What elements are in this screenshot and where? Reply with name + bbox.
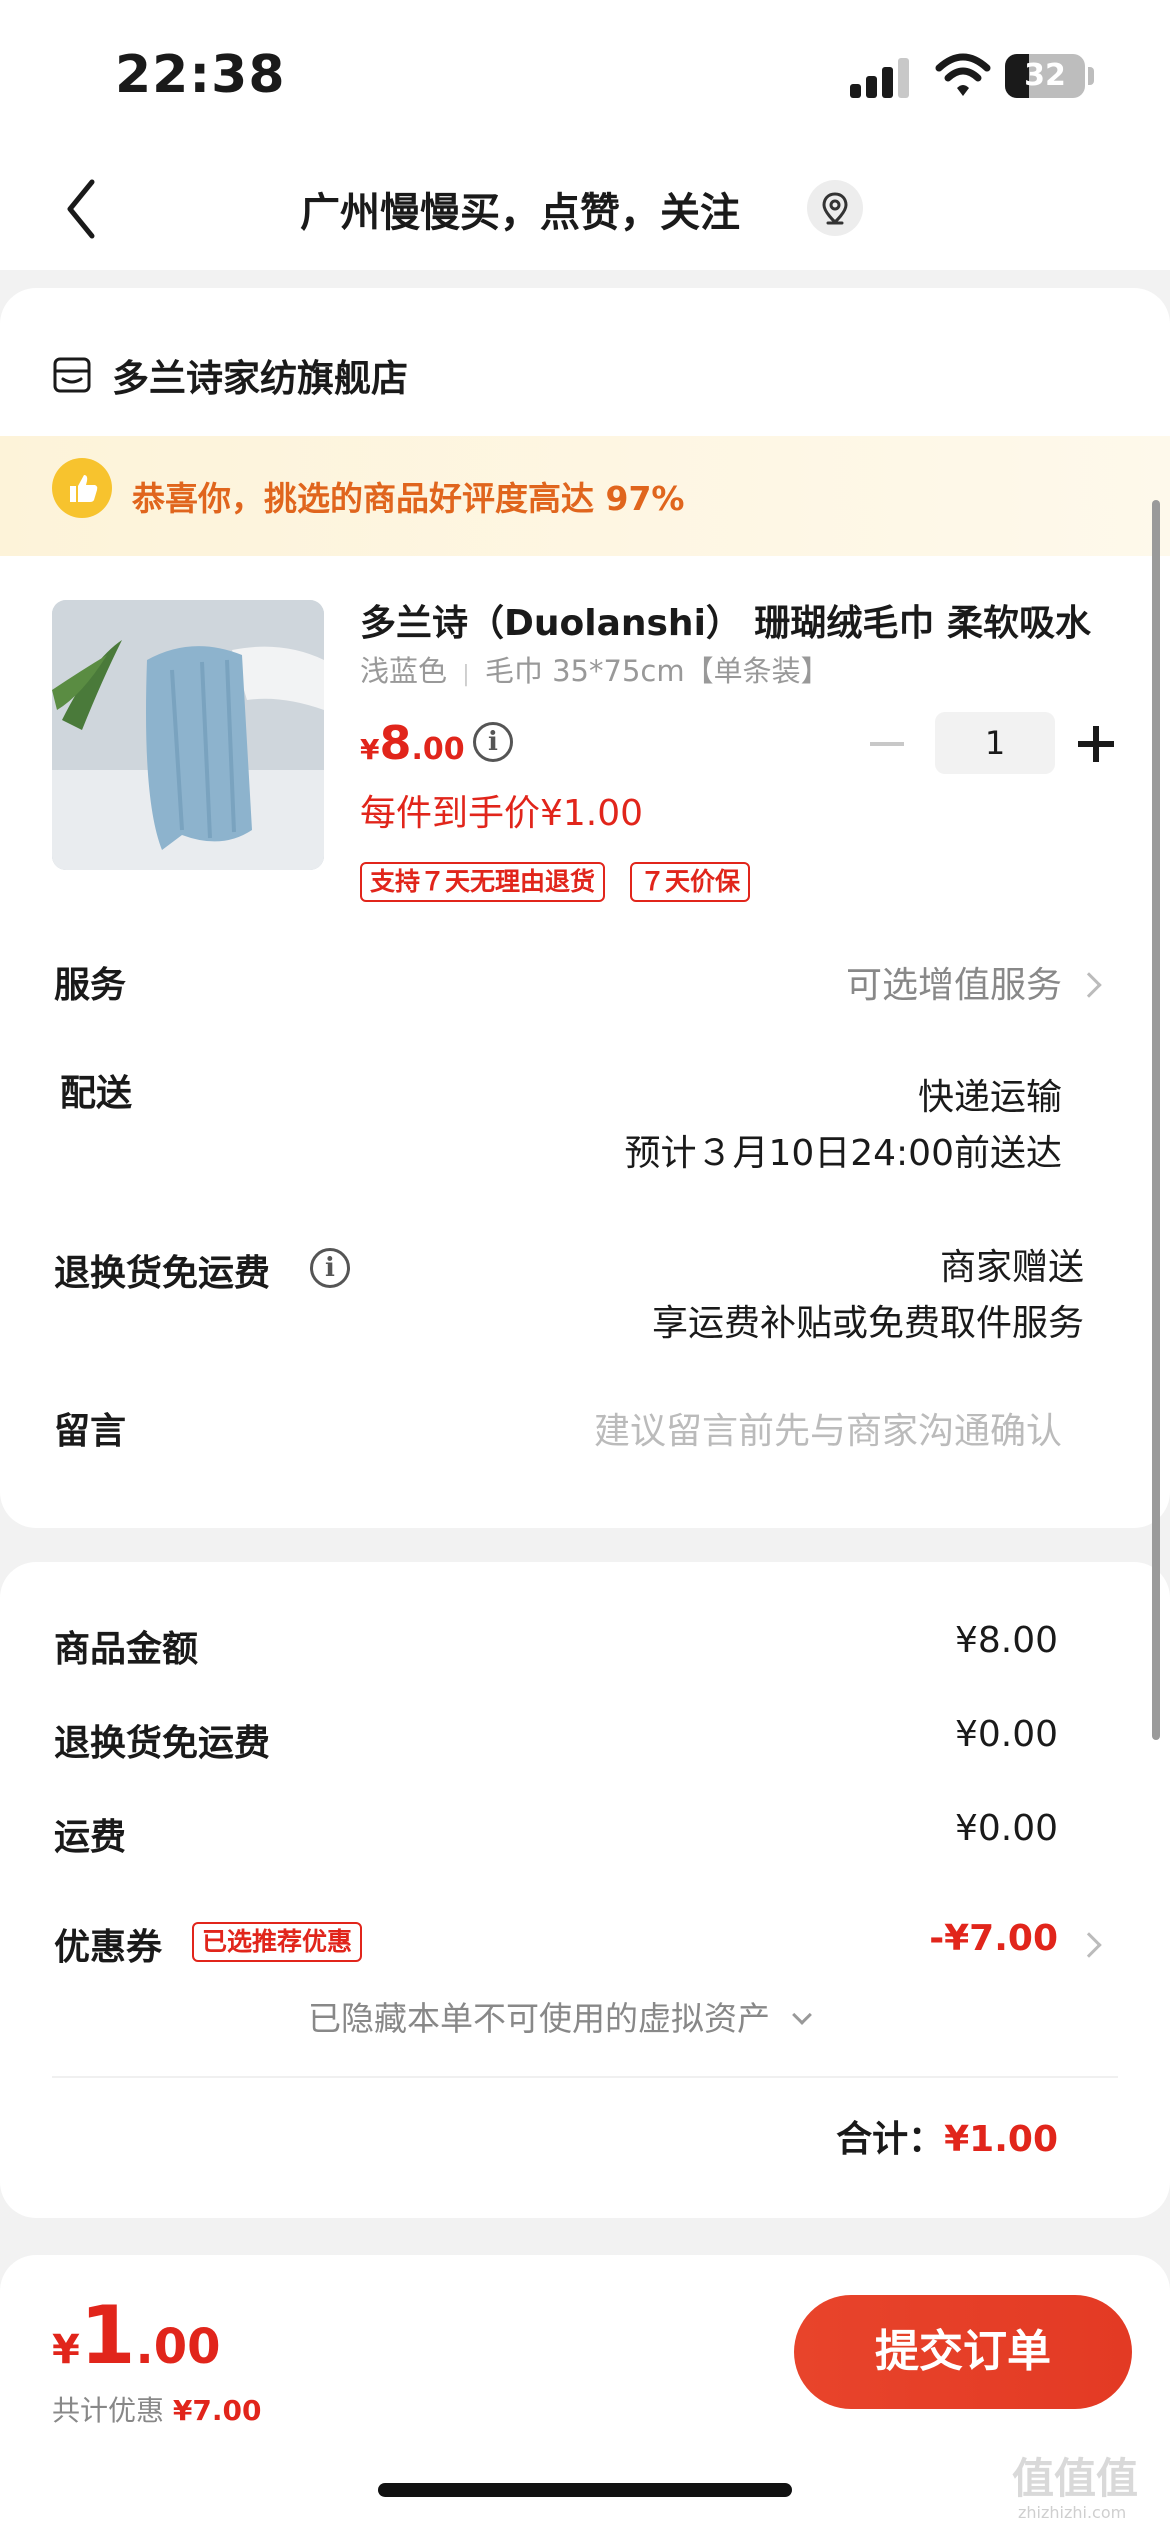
return-freight-value: 商家赠送 bbox=[939, 1247, 1084, 1288]
checkout-bar: ¥1.00 共计优惠 ¥7.00 提交订单 bbox=[0, 2255, 1170, 2532]
hidden-assets-toggle[interactable]: 已隐藏本单不可使用的虚拟资产 bbox=[308, 1992, 812, 2040]
rating-banner-text: 恭喜你，挑选的商品好评度高达 97% bbox=[132, 479, 685, 518]
message-input[interactable]: 建议留言前先与商家沟通确认 bbox=[594, 1402, 1062, 1454]
return-fee-value: ¥0.00 bbox=[954, 1714, 1058, 1755]
unit-price: 每件到手价¥1.00 bbox=[360, 793, 644, 834]
goods-amount-value: ¥8.00 bbox=[954, 1620, 1058, 1661]
saving-value: ¥7.00 bbox=[172, 2394, 262, 2427]
product-price: ¥8.00 bbox=[360, 716, 465, 770]
checkout-total-decimal: .00 bbox=[135, 2319, 221, 2375]
delivery-method: 快递运输 bbox=[917, 1077, 1062, 1118]
summary-card: 商品金额 ¥8.00 退换货免运费 ¥0.00 运费 ¥0.00 优惠券 已选推… bbox=[0, 1562, 1170, 2218]
shop-header[interactable]: 多兰诗家纺旗舰店 bbox=[52, 350, 408, 400]
coupon-label: 优惠券 bbox=[54, 1927, 163, 1968]
quantity-decrease-button[interactable] bbox=[870, 742, 904, 746]
checkout-currency: ¥ bbox=[52, 2327, 80, 2373]
watermark-logo: 值值值 bbox=[1012, 2454, 1139, 2503]
product-spec: 浅蓝色 | 毛巾 35*75cm【单条装】 bbox=[360, 648, 830, 690]
shipping-label: 运费 bbox=[54, 1817, 127, 1858]
delivery-eta: 预计３月10日24:00前送达 bbox=[624, 1133, 1062, 1174]
battery-cap bbox=[1088, 67, 1094, 85]
order-card: 多兰诗家纺旗舰店 恭喜你，挑选的商品好评度高达 97% 多兰诗（Duolansh… bbox=[0, 288, 1170, 1528]
quantity-increase-button[interactable] bbox=[1078, 726, 1114, 762]
summary-total-label: 合计： bbox=[836, 2119, 945, 2160]
nav-bar: 广州慢慢买，点赞，关注 bbox=[0, 150, 1170, 270]
submit-order-button[interactable]: 提交订单 bbox=[794, 2295, 1132, 2409]
battery-level: 32 bbox=[1024, 58, 1066, 93]
spec-separator: | bbox=[462, 662, 470, 687]
coupon-chevron-icon[interactable] bbox=[1076, 1932, 1102, 1958]
coupon-value[interactable]: -¥7.00 bbox=[929, 1918, 1058, 1959]
hidden-assets-text: 已隐藏本单不可使用的虚拟资产 bbox=[308, 1999, 770, 2038]
price-protect-tag: ７天价保 bbox=[630, 862, 751, 902]
location-pin-icon bbox=[822, 192, 848, 225]
chevron-down-icon bbox=[791, 2005, 812, 2025]
price-decimal: .00 bbox=[411, 732, 465, 767]
delivery-label: 配送 bbox=[60, 1073, 133, 1114]
battery-icon: 32 bbox=[1005, 54, 1085, 98]
page-title: 广州慢慢买，点赞，关注 bbox=[300, 190, 740, 236]
watermark-url: zhizhizhi.com bbox=[1018, 2503, 1127, 2522]
shipping-value: ¥0.00 bbox=[954, 1808, 1058, 1849]
signal-icon bbox=[850, 56, 910, 98]
status-bar: 22:38 32 bbox=[0, 0, 1170, 150]
total-saving: 共计优惠 ¥7.00 bbox=[52, 2389, 262, 2429]
checkout-total: ¥1.00 bbox=[52, 2289, 221, 2382]
rating-banner: 恭喜你，挑选的商品好评度高达 97% bbox=[0, 436, 1170, 556]
summary-total-value: ¥1.00 bbox=[944, 2119, 1058, 2160]
price-currency: ¥ bbox=[360, 733, 380, 766]
product-color: 浅蓝色 bbox=[360, 654, 448, 688]
thumbs-up-icon bbox=[52, 458, 112, 518]
return-policy-tag: 支持７天无理由退货 bbox=[360, 862, 606, 902]
home-indicator[interactable] bbox=[378, 2483, 792, 2497]
return-freight-detail: 享运费补贴或免费取件服务 bbox=[651, 1303, 1084, 1344]
saving-label: 共计优惠 bbox=[52, 2394, 165, 2427]
return-freight-label: 退换货免运费 bbox=[54, 1253, 271, 1294]
checkout-total-integer: 1 bbox=[79, 2289, 136, 2382]
service-value[interactable]: 可选增值服务 bbox=[846, 956, 1062, 1008]
location-pin-button[interactable] bbox=[807, 180, 863, 236]
message-label: 留言 bbox=[54, 1411, 127, 1452]
return-fee-label: 退换货免运费 bbox=[54, 1723, 271, 1764]
price-integer: 8 bbox=[379, 716, 412, 770]
service-label: 服务 bbox=[54, 965, 127, 1006]
shop-icon bbox=[53, 357, 91, 393]
product-spec-text: 毛巾 35*75cm【单条装】 bbox=[484, 654, 830, 688]
service-chevron-icon[interactable] bbox=[1076, 972, 1102, 998]
return-freight-info-icon[interactable]: i bbox=[310, 1248, 350, 1288]
goods-amount-label: 商品金额 bbox=[54, 1629, 199, 1670]
summary-total: 合计：¥1.00 bbox=[836, 2110, 1058, 2162]
product-title[interactable]: 多兰诗（Duolanshi） 珊瑚绒毛巾 柔软吸水 bbox=[360, 594, 1100, 646]
product-image[interactable] bbox=[52, 600, 324, 870]
wifi-icon bbox=[935, 53, 991, 96]
scrollbar[interactable] bbox=[1152, 500, 1160, 1740]
price-info-icon[interactable]: i bbox=[473, 722, 513, 762]
quantity-input[interactable]: 1 bbox=[935, 712, 1055, 774]
summary-divider bbox=[52, 2076, 1118, 2078]
back-arrow-icon[interactable] bbox=[58, 174, 108, 244]
shop-name: 多兰诗家纺旗舰店 bbox=[112, 357, 408, 400]
coupon-tag: 已选推荐优惠 bbox=[192, 1922, 363, 1962]
status-time: 22:38 bbox=[115, 45, 286, 105]
